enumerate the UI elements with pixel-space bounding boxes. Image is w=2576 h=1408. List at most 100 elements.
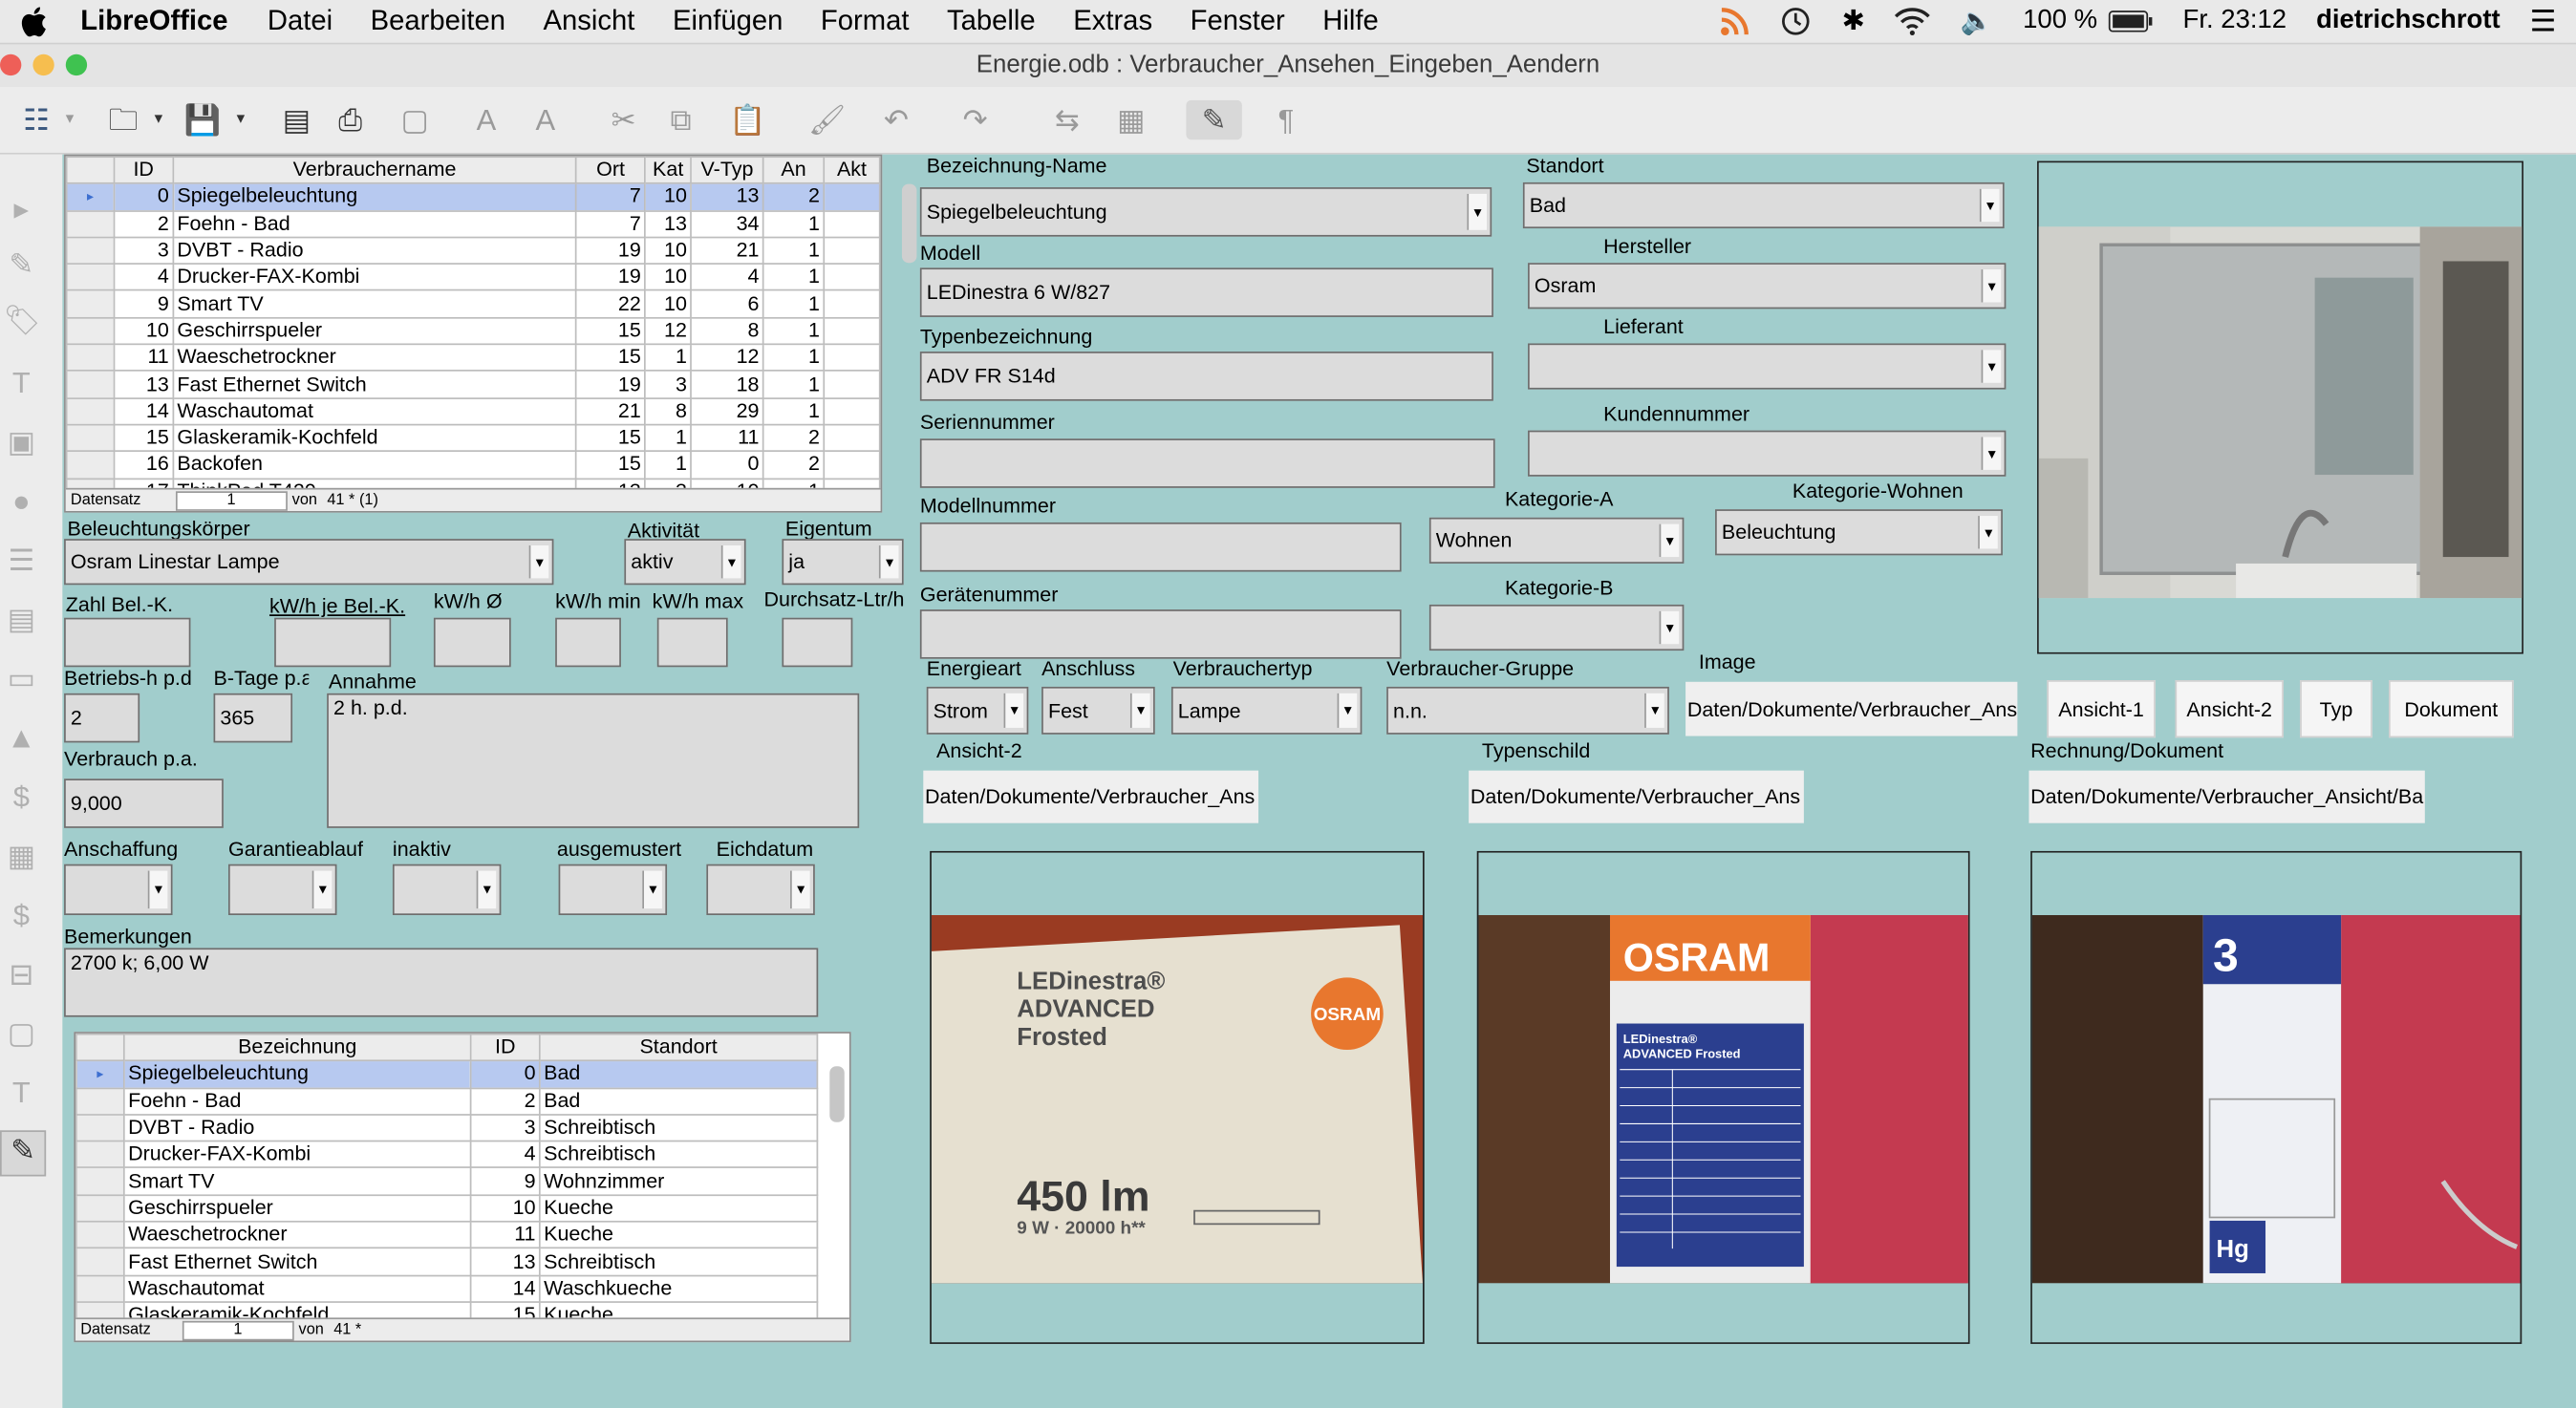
combo-box-icon[interactable]: ▤	[3, 602, 39, 638]
chevron-down-icon[interactable]: ▼	[720, 545, 741, 579]
ausgemustert-date[interactable]: ▼	[558, 864, 668, 916]
ansicht1-button[interactable]: Ansicht-1	[2047, 680, 2156, 738]
kundennr-combo[interactable]: ▼	[1528, 430, 2007, 477]
print-preview-icon[interactable]: ▢	[401, 100, 429, 139]
geraete-field[interactable]	[919, 609, 1402, 659]
table-cell[interactable]: Smart TV	[172, 289, 577, 319]
formatting-marks-icon[interactable]: ¶	[1278, 100, 1295, 139]
bemerkungen-field[interactable]: 2700 k; 6,00 W	[64, 948, 819, 1017]
scrollbar-control-icon[interactable]: ⊟	[3, 956, 39, 992]
row-selector[interactable]	[65, 370, 116, 399]
formatted-field-icon[interactable]: T	[3, 1075, 39, 1111]
table-cell[interactable]: 10	[469, 1194, 541, 1223]
table-cell[interactable]: 15	[575, 450, 646, 480]
table-cell[interactable]: Schreibtisch	[538, 1140, 819, 1169]
menu-format[interactable]: Format	[821, 5, 910, 37]
table-cell[interactable]: Fast Ethernet Switch	[172, 370, 577, 399]
grid2-scroll-thumb[interactable]	[829, 1066, 845, 1122]
hersteller-combo[interactable]: Osram ▼	[1528, 263, 2007, 309]
record-number-input[interactable]: 1	[175, 490, 288, 511]
chevron-down-icon[interactable]: ▼	[1129, 693, 1150, 728]
row-selector[interactable]	[75, 1166, 125, 1196]
eigentum-combo[interactable]: ja ▼	[782, 539, 904, 586]
table-cell[interactable]: 15	[575, 423, 646, 453]
row-selector[interactable]	[65, 316, 116, 346]
hyperlink-icon[interactable]: ⇆	[1055, 100, 1080, 139]
table-cell[interactable]: 15	[113, 423, 174, 453]
table-cell[interactable]: 0	[113, 182, 174, 212]
row-selector[interactable]	[75, 1140, 125, 1169]
table-cell[interactable]: 3	[469, 1113, 541, 1142]
row-selector[interactable]	[75, 1113, 125, 1142]
table-cell[interactable]: 2	[113, 209, 174, 239]
table-cell[interactable]	[823, 182, 881, 212]
table-cell[interactable]: Smart TV	[122, 1166, 472, 1196]
menu-einfuegen[interactable]: Einfügen	[673, 5, 783, 37]
bluetooth-icon[interactable]: ✱	[1842, 5, 1866, 37]
energieart-combo[interactable]: Strom ▼	[926, 686, 1029, 735]
annahme-field[interactable]: 2 h. p.d.	[327, 693, 860, 828]
table-cell[interactable]: Backofen	[172, 450, 577, 480]
row-selector[interactable]: ▸	[75, 1059, 125, 1089]
menu-tabelle[interactable]: Tabelle	[947, 5, 1036, 37]
table-cell[interactable]: 12	[644, 316, 693, 346]
table-cell[interactable]: 1	[762, 370, 826, 399]
table-cell[interactable]: Glaskeramik-Kochfeld	[172, 423, 577, 453]
table-cell[interactable]: 2	[469, 1086, 541, 1116]
table-cell[interactable]: 8	[644, 396, 693, 426]
row-selector[interactable]	[75, 1274, 125, 1303]
table-cell[interactable]: 4	[690, 263, 764, 292]
verbrauchertyp-combo[interactable]: Lampe ▼	[1170, 686, 1363, 735]
table-cell[interactable]: 21	[690, 236, 764, 266]
row-selector[interactable]	[65, 343, 116, 373]
menu-ansicht[interactable]: Ansicht	[544, 5, 635, 37]
table-cell[interactable]: 1	[644, 423, 693, 453]
verbrauch-field[interactable]: 9,000	[64, 779, 224, 828]
table-cell[interactable]: DVBT - Radio	[122, 1113, 472, 1142]
wifi-icon[interactable]	[1895, 7, 1931, 36]
menu-hilfe[interactable]: Hilfe	[1322, 5, 1378, 37]
cut-icon[interactable]: ✂	[612, 100, 636, 139]
chevron-down-icon[interactable]: ▼	[1979, 188, 2000, 223]
table-cell[interactable]: 13	[644, 209, 693, 239]
chevron-down-icon[interactable]: ▼	[476, 870, 497, 909]
table-cell[interactable]: 19	[575, 263, 646, 292]
table-cell[interactable]: 0	[469, 1059, 541, 1089]
table-cell[interactable]: 8	[690, 316, 764, 346]
row-selector[interactable]	[75, 1221, 125, 1249]
table-cell[interactable]: Waeschetrockner	[122, 1221, 472, 1249]
inaktiv-date[interactable]: ▼	[392, 864, 502, 916]
chevron-down-icon[interactable]: ▾	[66, 100, 75, 139]
standort-combo[interactable]: Bad ▼	[1522, 181, 2005, 229]
table-cell[interactable]	[823, 236, 881, 266]
time-machine-icon[interactable]	[1779, 5, 1812, 37]
column-header[interactable]: Akt	[823, 156, 881, 185]
close-window-button[interactable]	[0, 53, 22, 76]
beleuchtung-combo[interactable]: Osram Linestar Lampe ▼	[64, 539, 554, 586]
chevron-down-icon[interactable]: ▼	[1467, 193, 1488, 230]
table-cell[interactable]: 0	[690, 450, 764, 480]
table-cell[interactable]: 34	[690, 209, 764, 239]
column-header[interactable]: V-Typ	[690, 156, 764, 185]
table-cell[interactable]: 18	[690, 370, 764, 399]
table-row[interactable]: 14 Waschautomat 21 8 29 1	[65, 396, 881, 426]
durchsatz-field[interactable]	[782, 617, 853, 668]
table-row[interactable]: 2 Foehn - Bad 7 13 34 1	[65, 209, 881, 239]
grid1-scroll-thumb[interactable]	[901, 183, 917, 264]
menu-app[interactable]: LibreOffice	[80, 5, 227, 37]
column-header[interactable]: Kat	[644, 156, 693, 185]
table-cell[interactable]: 11	[690, 423, 764, 453]
betriebs-field[interactable]: 2	[64, 693, 140, 743]
typen-field[interactable]: ADV FR S14d	[919, 352, 1493, 401]
table-row[interactable]: ▸ Spiegelbeleuchtung 0 Bad	[75, 1059, 819, 1089]
table-cell[interactable]: Spiegelbeleuchtung	[172, 182, 577, 212]
autospell-icon[interactable]: A	[536, 100, 556, 139]
pattern-field-icon[interactable]: $	[3, 897, 39, 933]
table-cell[interactable]	[823, 396, 881, 426]
table-cell[interactable]	[823, 370, 881, 399]
kwh-max-field[interactable]	[656, 617, 728, 668]
table-cell[interactable]: Geschirrspueler	[172, 316, 577, 346]
battery-icon[interactable]	[2107, 10, 2153, 32]
table-cell[interactable]: 4	[113, 263, 174, 292]
row-selector[interactable]	[65, 289, 116, 319]
